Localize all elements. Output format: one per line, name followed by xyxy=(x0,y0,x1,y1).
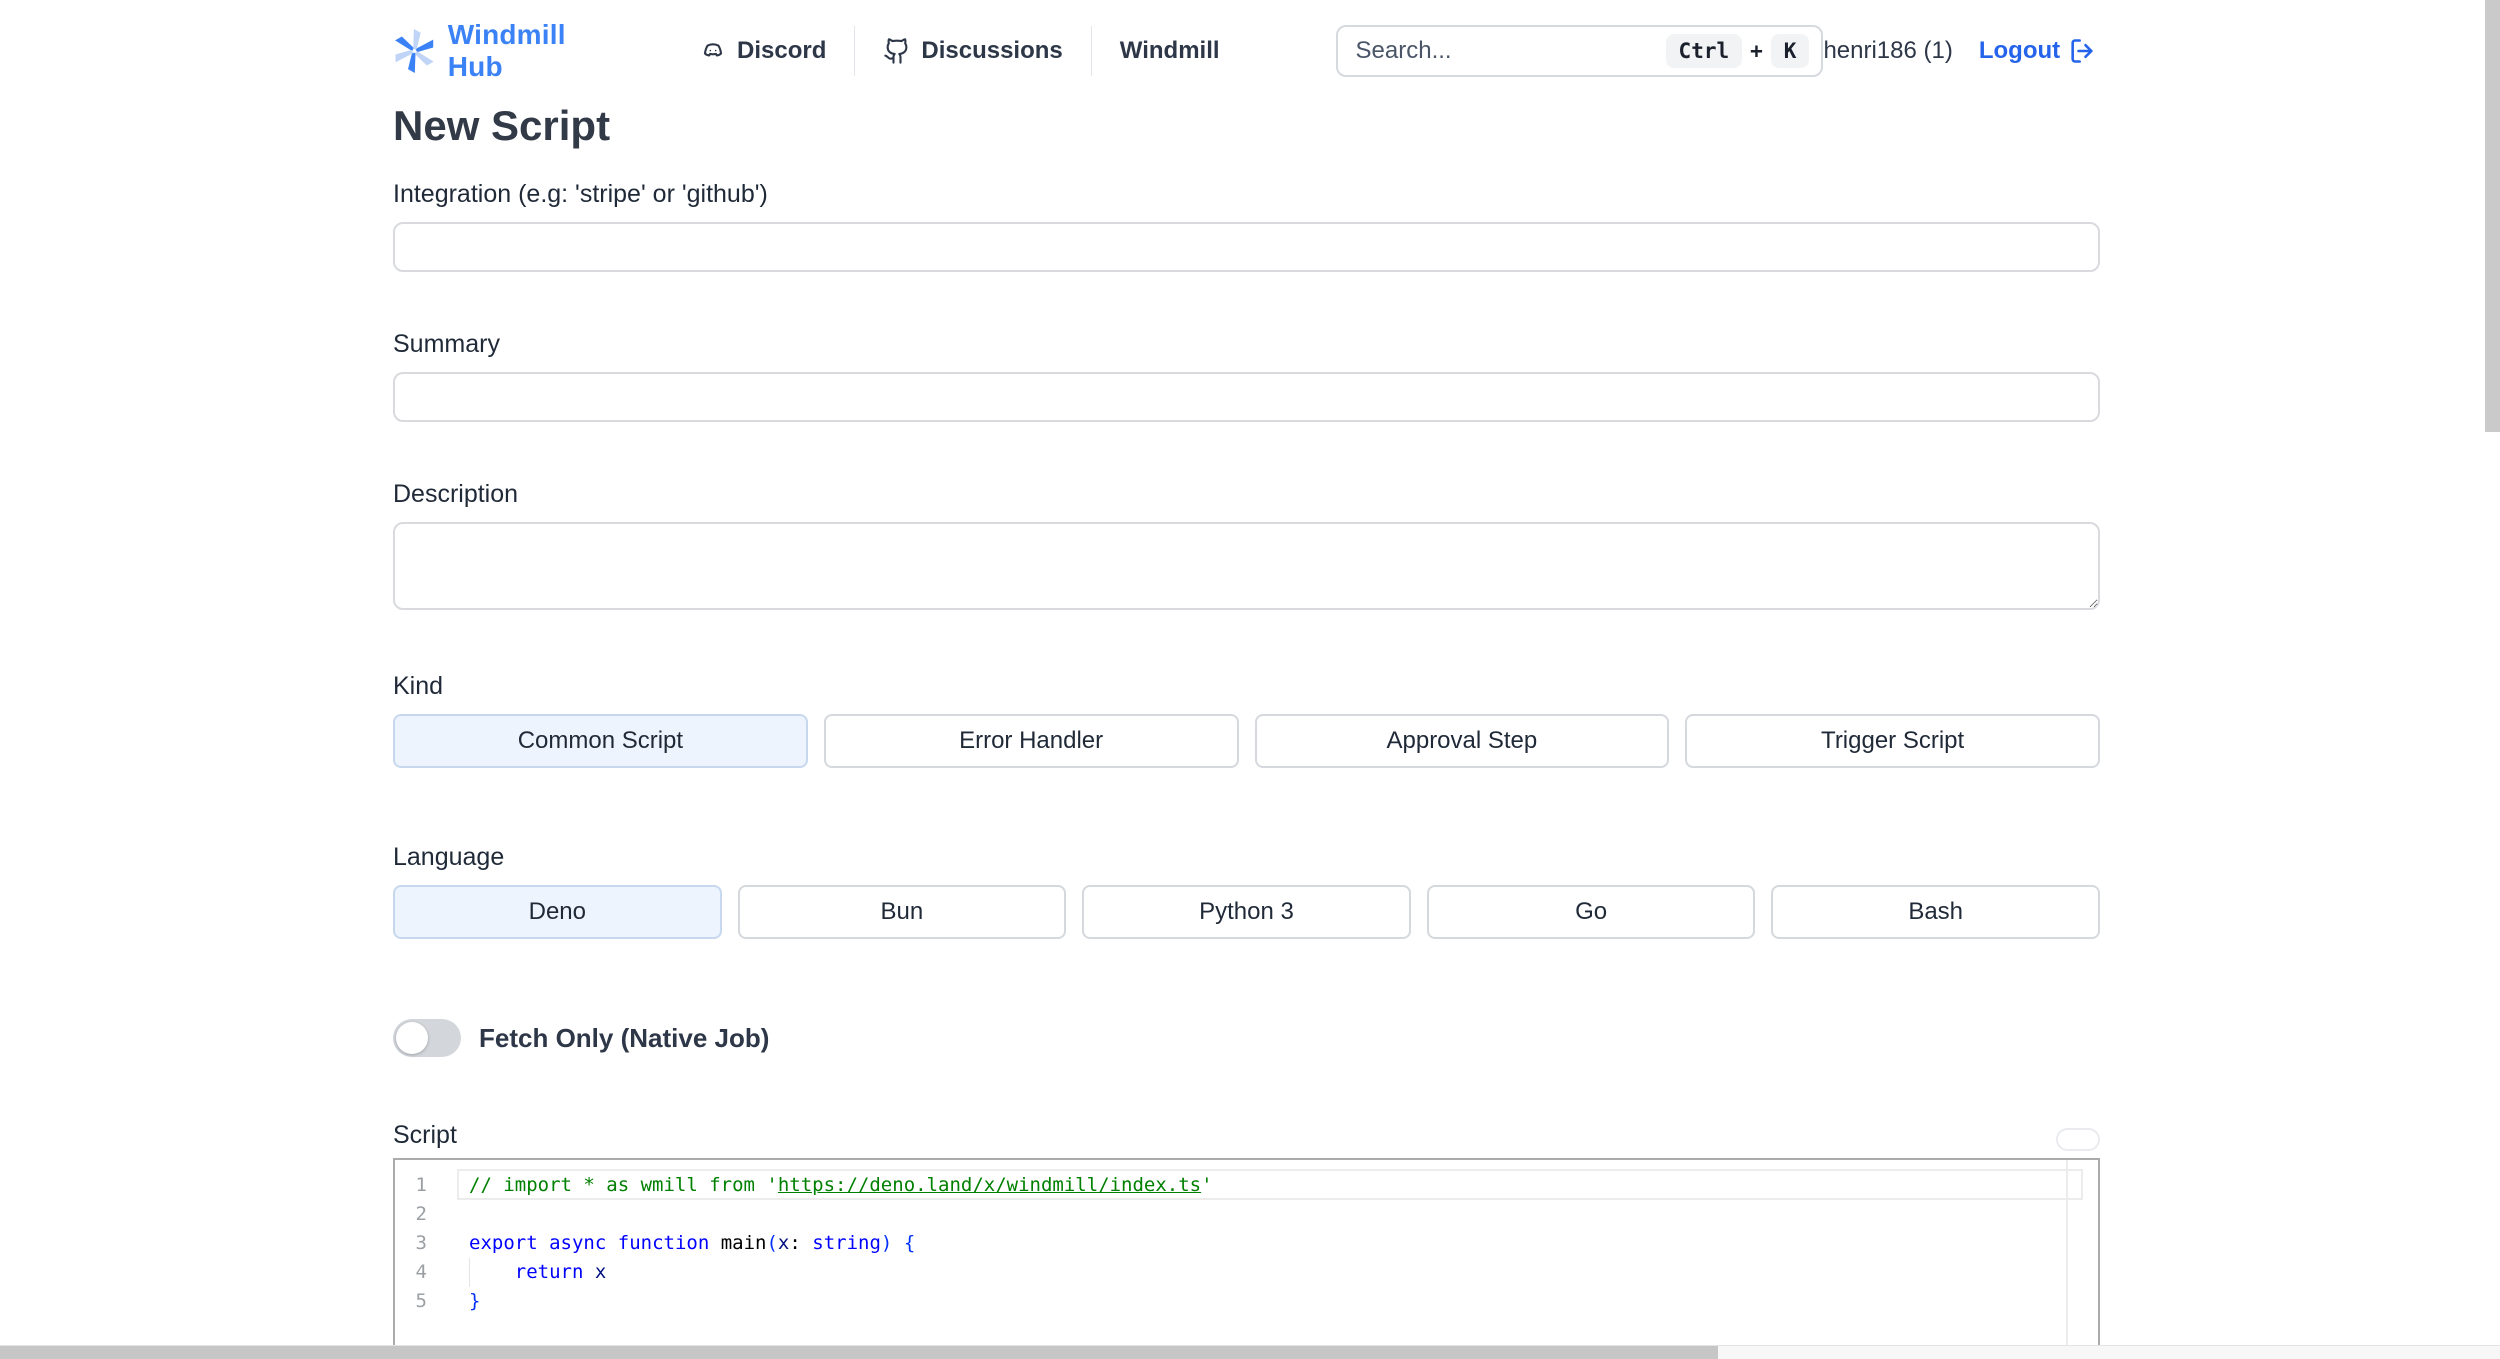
line-number: 4 xyxy=(415,1261,427,1283)
nav-item-windmill[interactable]: Windmill xyxy=(1092,37,1248,65)
indent-guide xyxy=(469,1258,470,1287)
github-icon xyxy=(884,38,908,64)
integration-input[interactable] xyxy=(393,222,2100,272)
username: henri186 (1) xyxy=(1823,37,1953,64)
code-lines: 1 // import * as wmill from 'https://deno… xyxy=(395,1160,2098,1316)
line-number: 2 xyxy=(415,1203,427,1225)
nav-label-discord: Discord xyxy=(737,37,827,64)
code-editor[interactable]: 1 // import * as wmill from 'https://deno… xyxy=(393,1158,2100,1359)
line-number: 3 xyxy=(415,1232,427,1254)
fetch-only-row: Fetch Only (Native Job) xyxy=(393,1019,2100,1057)
language-option-deno[interactable]: Deno xyxy=(393,885,722,939)
code-text: // import * as wmill from 'https://deno.… xyxy=(469,1174,1213,1196)
nav-item-discord[interactable]: Discord xyxy=(671,37,854,65)
horizontal-scrollbar[interactable] xyxy=(0,1345,2500,1359)
search-shortcut: Ctrl + K xyxy=(1665,34,1810,68)
search-box[interactable]: Ctrl + K xyxy=(1335,25,1824,77)
summary-label: Summary xyxy=(393,330,500,358)
description-label: Description xyxy=(393,480,519,508)
nav-item-discussions[interactable]: Discussions xyxy=(855,37,1090,65)
summary-group: Summary xyxy=(393,328,2100,422)
integration-group: Integration (e.g: 'stripe' or 'github') xyxy=(393,178,2100,272)
line-number: 5 xyxy=(415,1290,427,1312)
code-line: 4 return x xyxy=(395,1258,2098,1287)
vertical-scrollbar-thumb[interactable] xyxy=(2485,0,2500,432)
header-nav: Discord Discussions Windmill xyxy=(671,23,1248,79)
language-option-bash[interactable]: Bash xyxy=(1771,885,2100,939)
user-area: henri186 (1) Logout xyxy=(1823,37,2096,65)
nav-label-discussions: Discussions xyxy=(921,37,1063,64)
code-line: 5} xyxy=(395,1287,2098,1316)
kind-group: Kind Common Script Error Handler Approva… xyxy=(393,670,2100,768)
integration-label: Integration (e.g: 'stripe' or 'github') xyxy=(393,180,768,208)
summary-input[interactable] xyxy=(393,372,2100,422)
fetch-only-label: Fetch Only (Native Job) xyxy=(479,1022,770,1053)
page-title: New Script xyxy=(393,102,611,149)
header: Windmill Hub Discord Discussions Windmil… xyxy=(0,0,2500,102)
kind-option-error-handler[interactable]: Error Handler xyxy=(823,714,1239,768)
code-line: 1 // import * as wmill from 'https://deno… xyxy=(395,1171,2098,1200)
code-text: } xyxy=(469,1290,481,1312)
language-group: Language Deno Bun Python 3 Go Bash xyxy=(393,841,2100,939)
code-text: export async function main(x: string) { xyxy=(469,1232,916,1254)
windmill-logo-icon xyxy=(395,28,434,74)
nav-label-windmill: Windmill xyxy=(1119,37,1220,64)
brand-name: Windmill Hub xyxy=(447,19,566,82)
editor-toggle-pill[interactable] xyxy=(2056,1128,2100,1151)
language-options: Deno Bun Python 3 Go Bash xyxy=(393,885,2100,939)
kbd-ctrl: Ctrl xyxy=(1665,34,1743,68)
kbd-separator: + xyxy=(1750,39,1763,63)
vertical-scrollbar[interactable] xyxy=(2485,0,2500,1345)
kind-label: Kind xyxy=(393,672,444,700)
main-content: New Script Integration (e.g: 'stripe' or… xyxy=(393,102,2100,1359)
kbd-k: K xyxy=(1770,34,1810,68)
discord-icon xyxy=(703,43,723,57)
description-textarea[interactable] xyxy=(393,522,2100,610)
horizontal-scrollbar-thumb[interactable] xyxy=(0,1346,1718,1359)
search-input[interactable] xyxy=(1355,37,1666,65)
language-option-bun[interactable]: Bun xyxy=(737,885,1067,939)
kind-option-approval-step[interactable]: Approval Step xyxy=(1254,714,1670,768)
script-label: Script xyxy=(393,1121,457,1149)
line-number: 1 xyxy=(415,1174,427,1196)
language-option-python3[interactable]: Python 3 xyxy=(1082,885,1411,939)
code-line: 3 export async function main(x: string) { xyxy=(395,1229,2098,1258)
toggle-knob-icon xyxy=(396,1022,428,1054)
logout-link[interactable]: Logout xyxy=(1979,37,2096,65)
language-option-go[interactable]: Go xyxy=(1426,885,1756,939)
description-group: Description xyxy=(393,478,2100,610)
script-header-row: Script xyxy=(393,1119,2100,1151)
logout-label: Logout xyxy=(1978,37,2061,64)
language-label: Language xyxy=(393,843,505,871)
brand-link[interactable]: Windmill Hub xyxy=(393,19,581,83)
kind-option-trigger-script[interactable]: Trigger Script xyxy=(1685,714,2100,768)
logout-icon xyxy=(2071,39,2093,63)
code-text: return x xyxy=(514,1261,607,1283)
kind-option-common-script[interactable]: Common Script xyxy=(393,714,808,768)
fetch-only-toggle[interactable] xyxy=(393,1019,461,1057)
kind-options: Common Script Error Handler Approval Ste… xyxy=(393,714,2100,768)
code-line: 2 xyxy=(395,1200,2098,1229)
